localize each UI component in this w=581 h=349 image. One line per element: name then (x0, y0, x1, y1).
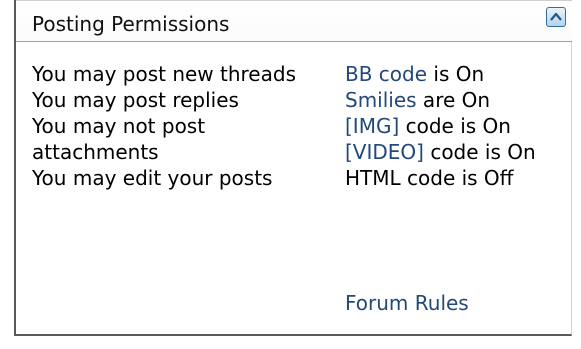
bb-code-setting: BB code is On (345, 61, 570, 87)
code-settings-list: BB code is On Smilies are On [IMG] code … (345, 61, 570, 191)
collapse-icon (550, 12, 562, 21)
panel-header: Posting Permissions (16, 0, 572, 42)
img-code-status: code is On (399, 114, 511, 138)
video-code-setting: [VIDEO] code is On (345, 139, 570, 165)
forum-rules-link[interactable]: Forum Rules (345, 290, 469, 316)
html-code-setting: HTML code is Off (345, 166, 514, 190)
collapse-button[interactable] (546, 7, 566, 27)
panel-title: Posting Permissions (32, 12, 230, 36)
bb-code-link[interactable]: BB code (345, 62, 427, 86)
permission-post-threads: You may post new threads (32, 62, 296, 86)
posting-permissions-panel: Posting Permissions You may post new thr… (14, 0, 572, 336)
img-code-setting: [IMG] code is On (345, 113, 570, 139)
permissions-list: You may post new threads You may post re… (32, 61, 332, 191)
bb-code-status: is On (427, 62, 485, 86)
video-code-status: code is On (423, 140, 536, 164)
permission-edit-posts: You may edit your posts (32, 166, 273, 190)
permission-post-replies: You may post replies (32, 88, 239, 112)
video-code-link[interactable]: [VIDEO] (345, 140, 424, 164)
img-code-link[interactable]: [IMG] (345, 114, 399, 138)
smilies-status: are On (416, 88, 491, 112)
smilies-link[interactable]: Smilies (345, 88, 417, 112)
smilies-setting: Smilies are On (345, 87, 570, 113)
permission-attachments: You may not post attachments (32, 114, 206, 164)
